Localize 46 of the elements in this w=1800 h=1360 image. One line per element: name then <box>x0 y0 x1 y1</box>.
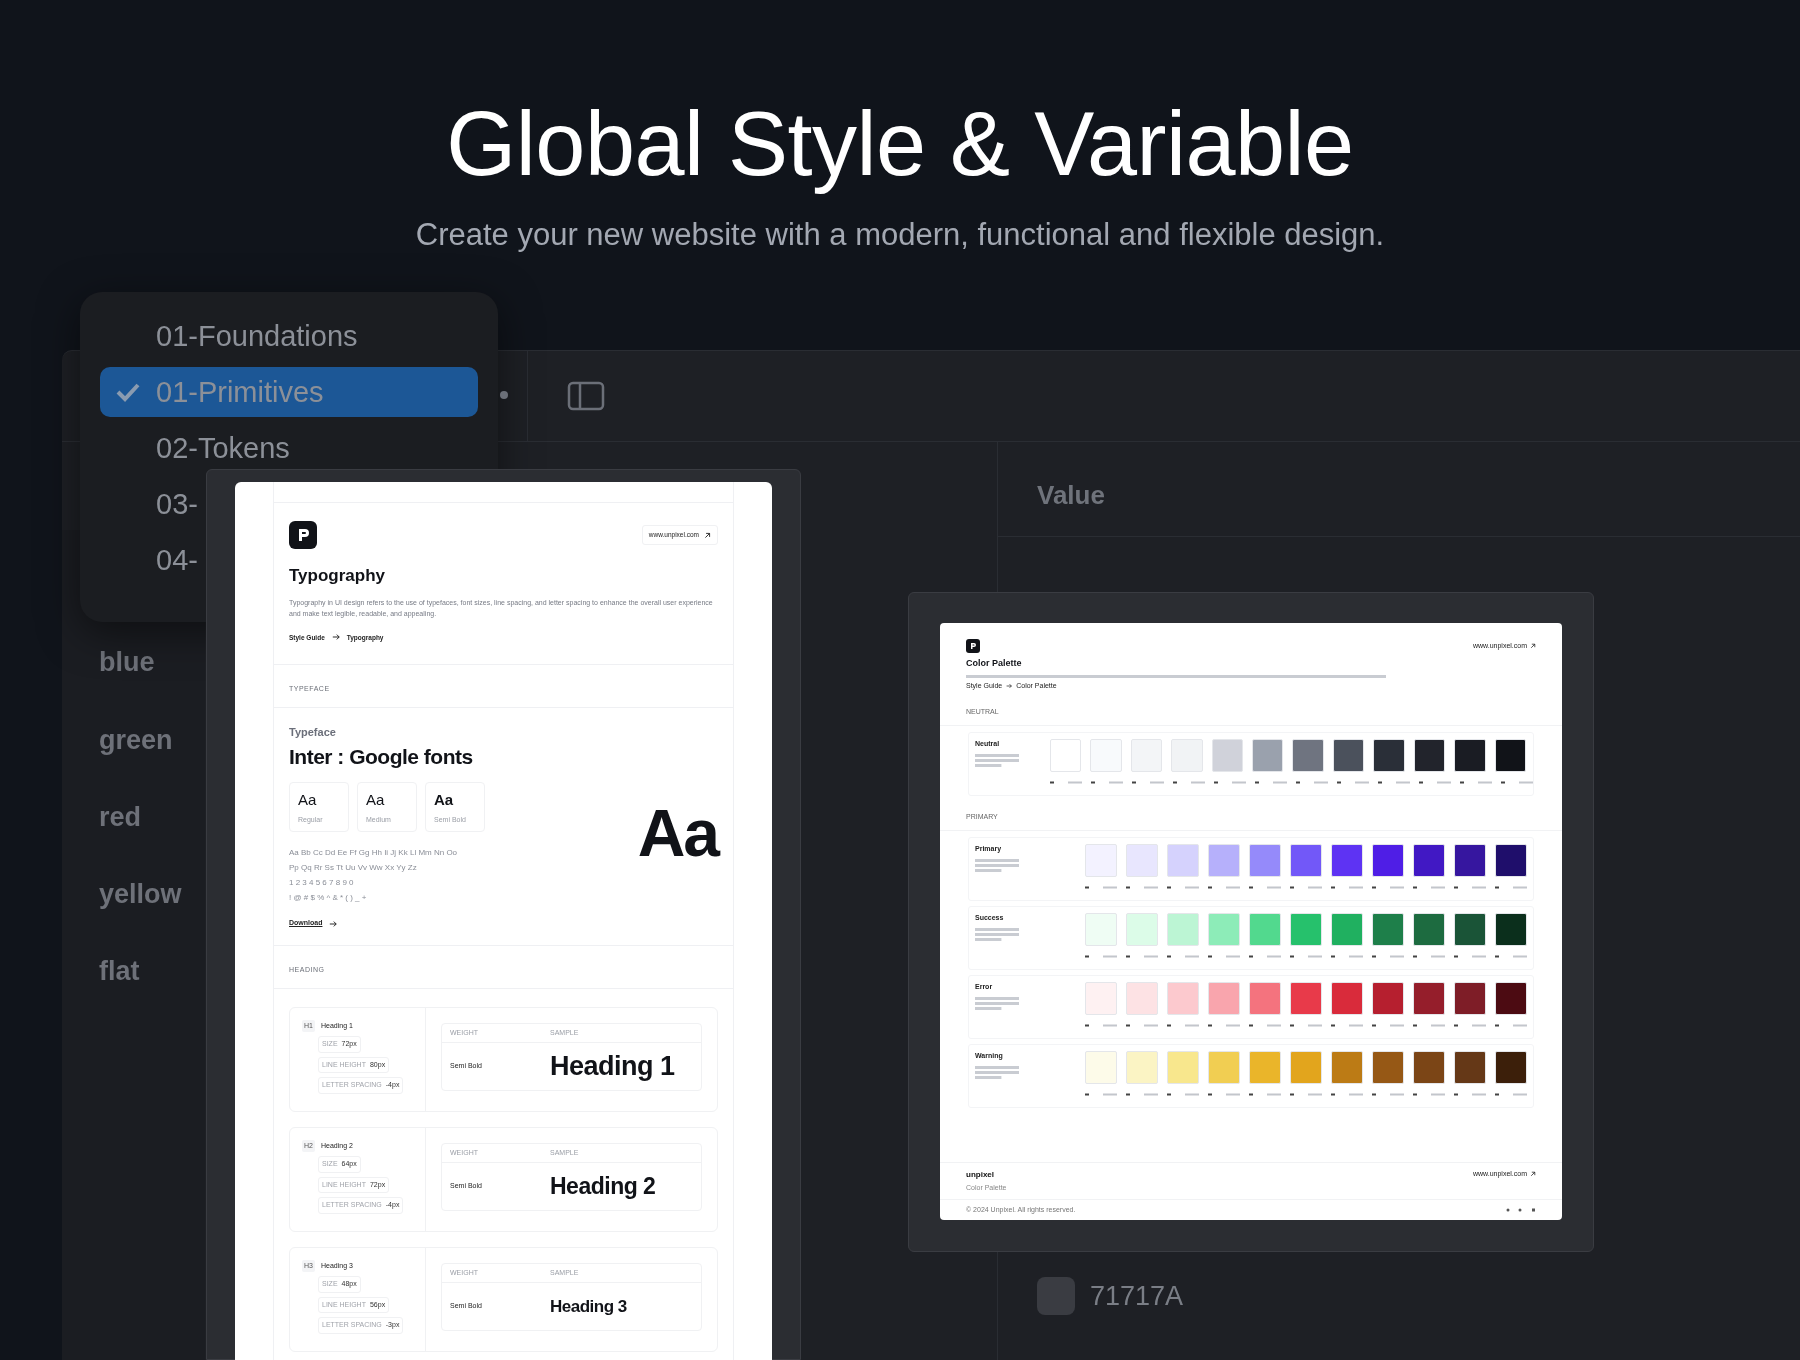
social-icons-drawing <box>1506 1207 1536 1212</box>
menu-item[interactable]: 03- <box>156 489 198 519</box>
breadcrumb-arrow-icon <box>331 633 340 642</box>
hero-subtitle: Create your new website with a modern, functional and flexible design. <box>415 216 1385 254</box>
menu-item[interactable]: 04- <box>156 545 198 575</box>
logo-icon <box>966 639 980 653</box>
heading-sample: Heading 2 <box>550 1172 656 1202</box>
external-link-icon <box>704 531 711 539</box>
menu-item[interactable]: 01-Foundations <box>156 321 358 351</box>
glyph-line: ! @ # $ % ^ & * ( ) _ + <box>289 892 368 905</box>
variable-group[interactable]: flat <box>99 951 140 992</box>
checkmark-icon <box>116 382 140 402</box>
scale-description-drawing <box>975 927 1019 941</box>
external-link-icon <box>1530 643 1536 649</box>
arrow-right-icon <box>329 919 338 928</box>
panel-toggle-icon[interactable] <box>567 381 605 411</box>
large-sample-text: Aa <box>637 800 718 867</box>
card-title: Color Palette <box>966 657 1023 670</box>
breadcrumb-arrow-icon <box>1006 682 1013 689</box>
weight-sample: Aa <box>366 790 386 811</box>
external-link-icon <box>1530 1171 1536 1178</box>
card-title: Typography <box>289 565 387 587</box>
weight-sample: Aa <box>434 790 455 811</box>
brand-name: unpixel <box>966 1169 995 1181</box>
hero-title: Global Style & Variable <box>446 93 1354 196</box>
menu-item[interactable]: 02-Tokens <box>156 433 290 463</box>
heading-sample: Heading 3 <box>550 1295 627 1318</box>
typeface-label: Typeface <box>289 725 337 741</box>
logo-icon <box>289 521 317 549</box>
variable-group[interactable]: red <box>99 797 142 838</box>
glyph-line: Aa Bb Cc Dd Ee Ff Gg Hh Ii Jj Kk Ll Mm Nn Oo <box>289 847 459 860</box>
variable-group[interactable]: yellow <box>99 874 182 915</box>
color-swatch <box>1037 1277 1075 1316</box>
scale-description-drawing <box>975 1065 1019 1079</box>
glyph-line: Pp Qq Rr Ss Tt Uu Vv Ww Xx Yy Zz <box>289 862 418 875</box>
typeface-name: Inter : Google fonts <box>289 743 474 770</box>
scale-description-drawing <box>975 858 1019 872</box>
heading-sample: Heading 1 <box>550 1050 675 1084</box>
scale-description-drawing <box>975 996 1019 1010</box>
weight-sample: Aa <box>298 790 318 811</box>
variable-group[interactable]: blue <box>99 642 155 683</box>
variable-value: 71717A <box>1090 1280 1184 1313</box>
column-header: Value <box>1037 479 1105 512</box>
variable-group[interactable]: green <box>99 720 173 761</box>
glyph-line: 1 2 3 4 5 6 7 8 9 0 <box>289 877 355 890</box>
scale-description-drawing <box>975 753 1019 767</box>
